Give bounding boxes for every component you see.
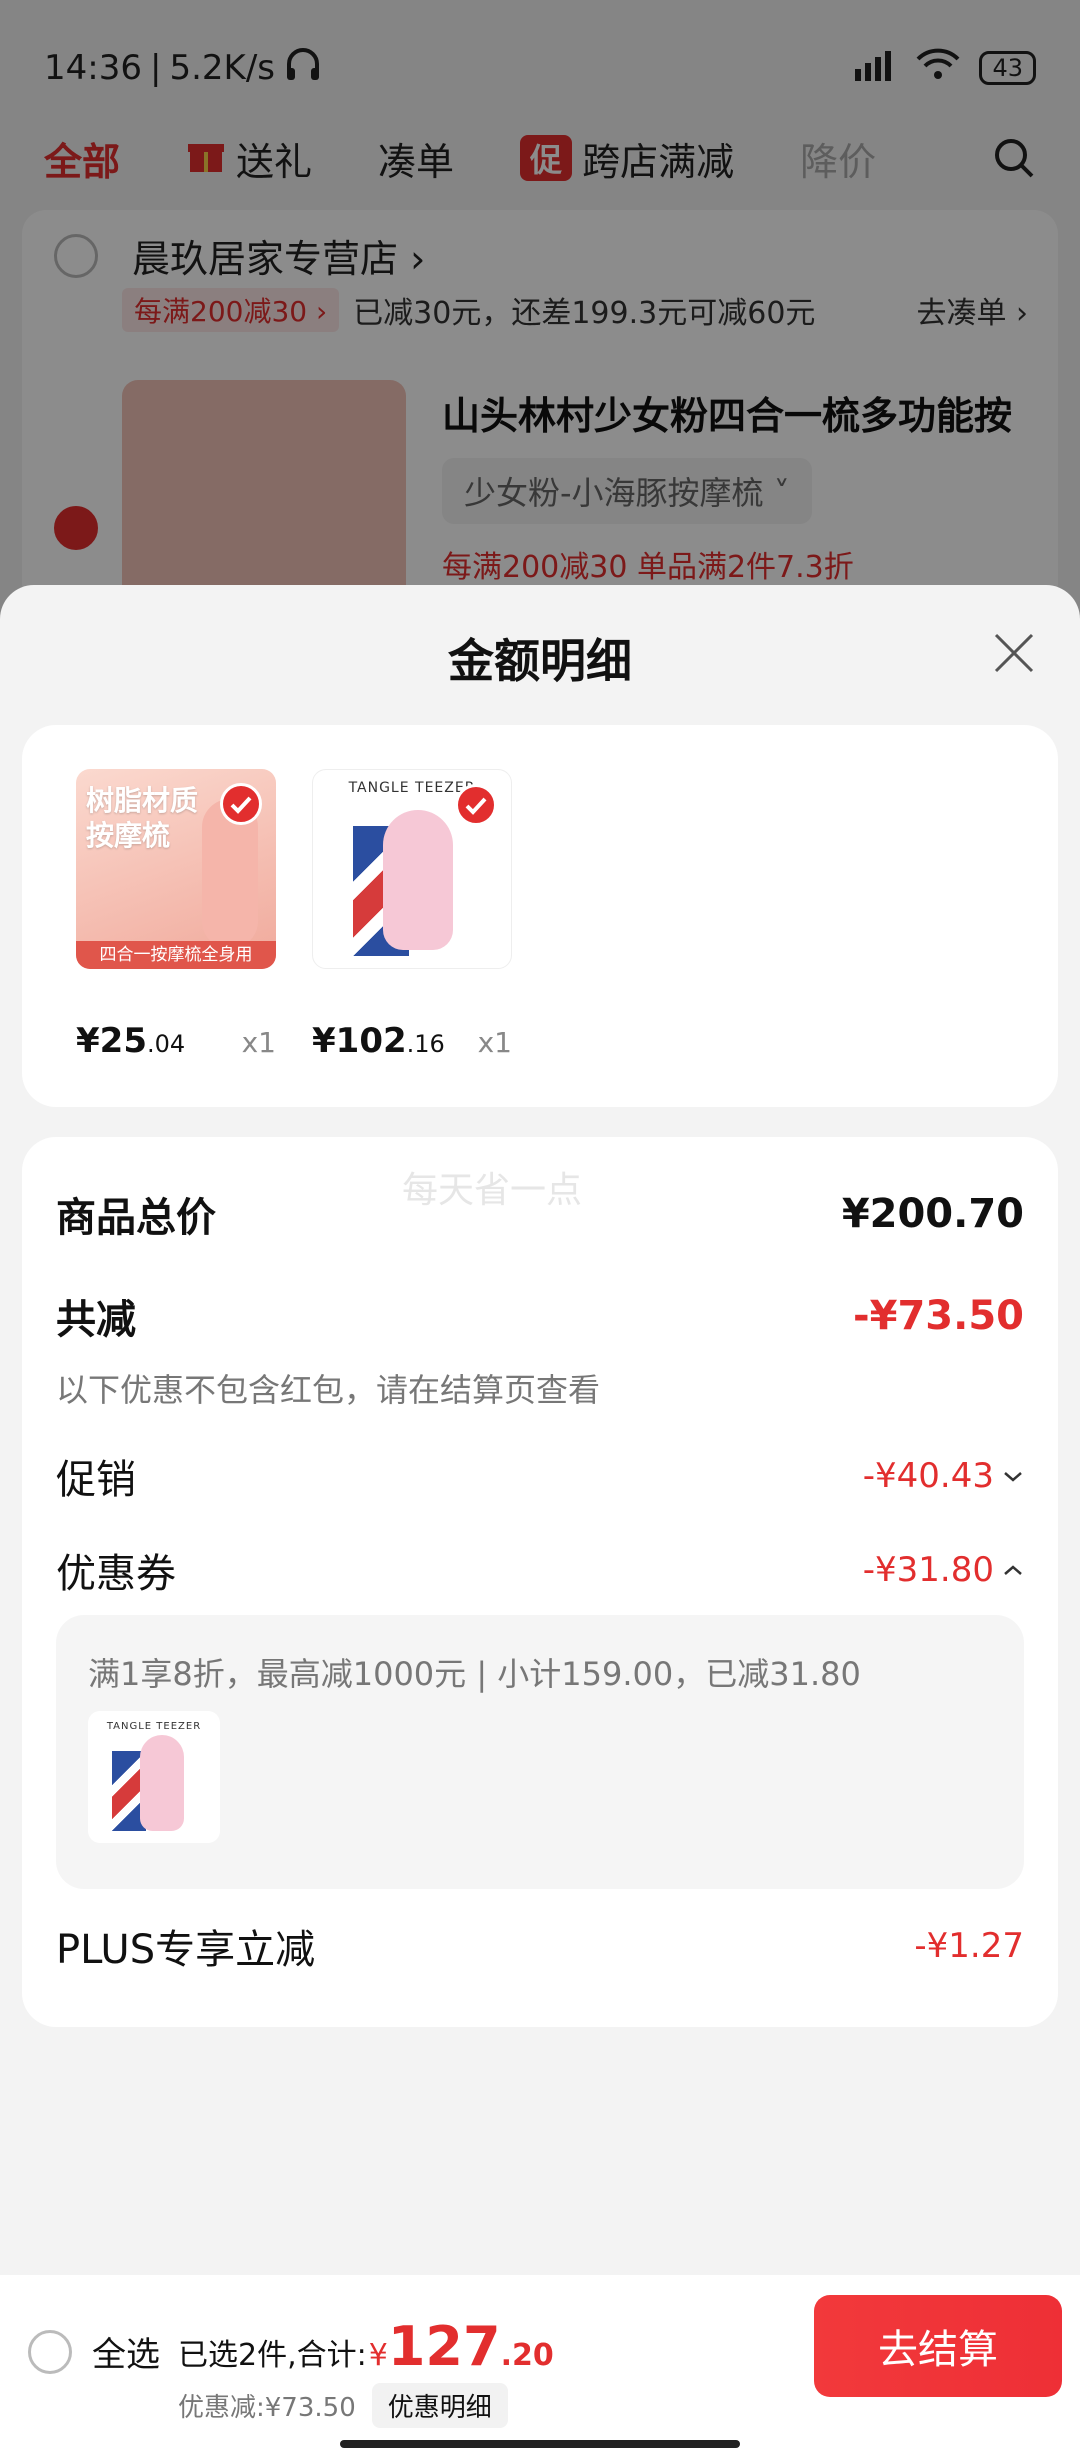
close-icon[interactable] <box>990 629 1038 677</box>
thumb-title: 树脂材质 按摩梳 <box>86 784 199 852</box>
chevron-up-icon <box>1002 1550 1024 1590</box>
reduce-value: -¥73.50 <box>853 1293 1024 1339</box>
coupon-value: -¥31.80 <box>862 1550 994 1590</box>
checkout-button[interactable]: 去结算 <box>814 2295 1062 2397</box>
select-all[interactable]: 全选 <box>28 2327 160 2376</box>
sheet-title: 金额明细 <box>448 634 632 688</box>
item-price: ¥25.04 <box>76 1021 186 1061</box>
product-thumbnail: TANGLE TEEZER <box>312 769 512 969</box>
promo-row[interactable]: 促销 -¥40.43 <box>56 1447 1024 1505</box>
discount-detail-button[interactable]: 优惠明细 <box>371 2383 508 2428</box>
discount-summary: 优惠减:¥73.50 优惠明细 <box>178 2383 508 2428</box>
price-detail-card: 每天省一点 商品总价 ¥200.70 共减 -¥73.50 以下优惠不包含红包，… <box>22 1137 1058 2027</box>
total-value: ¥200.70 <box>841 1191 1024 1237</box>
plus-row: PLUS专享立减 -¥1.27 <box>56 1926 1024 1973</box>
item-price: ¥102.16 <box>312 1021 445 1061</box>
checkout-bar: 全选 已选2件,合计: ¥ 127 .20 优惠减:¥73.50 优惠明细 去结… <box>0 2275 1080 2460</box>
total-row: 商品总价 ¥200.70 <box>56 1191 1024 1241</box>
check-icon <box>220 783 262 825</box>
promo-value: -¥40.43 <box>862 1456 994 1496</box>
total-summary: 已选2件,合计: ¥ 127 .20 <box>178 2315 554 2378</box>
list-item[interactable]: TANGLE TEEZER ¥102.16 x1 <box>312 769 512 1061</box>
reduce-row: 共减 -¥73.50 <box>56 1293 1024 1343</box>
coupon-row[interactable]: 优惠券 -¥31.80 <box>56 1541 1024 1599</box>
list-item[interactable]: 树脂材质 按摩梳 四合一按摩梳全身用 ¥25.04 x1 <box>76 769 276 1061</box>
item-qty: x1 <box>477 1026 512 1059</box>
coupon-detail-text: 满1享8折，最高减1000元 | 小计159.00，已减31.80 <box>88 1655 861 1693</box>
reduce-note: 以下优惠不包含红包，请在结算页查看 <box>56 1371 601 1409</box>
select-all-radio[interactable] <box>28 2329 72 2374</box>
items-card: 树脂材质 按摩梳 四合一按摩梳全身用 ¥25.04 x1 TANGLE TEEZ… <box>22 725 1058 1107</box>
product-thumbnail: 树脂材质 按摩梳 四合一按摩梳全身用 <box>76 769 276 969</box>
check-icon <box>455 784 497 826</box>
coupon-detail-box: 满1享8折，最高减1000元 | 小计159.00，已减31.80 TANGLE… <box>56 1615 1024 1889</box>
chevron-down-icon <box>1002 1456 1024 1496</box>
plus-value: -¥1.27 <box>914 1926 1024 1966</box>
thumb-caption: 四合一按摩梳全身用 <box>76 941 276 969</box>
home-indicator[interactable] <box>340 2440 740 2448</box>
amount-detail-sheet: 金额明细 树脂材质 按摩梳 四合一按摩梳全身用 ¥25.04 x1 TANGLE… <box>0 585 1080 2275</box>
coupon-product-thumbnail[interactable]: TANGLE TEEZER <box>88 1711 220 1843</box>
item-qty: x1 <box>241 1026 276 1059</box>
